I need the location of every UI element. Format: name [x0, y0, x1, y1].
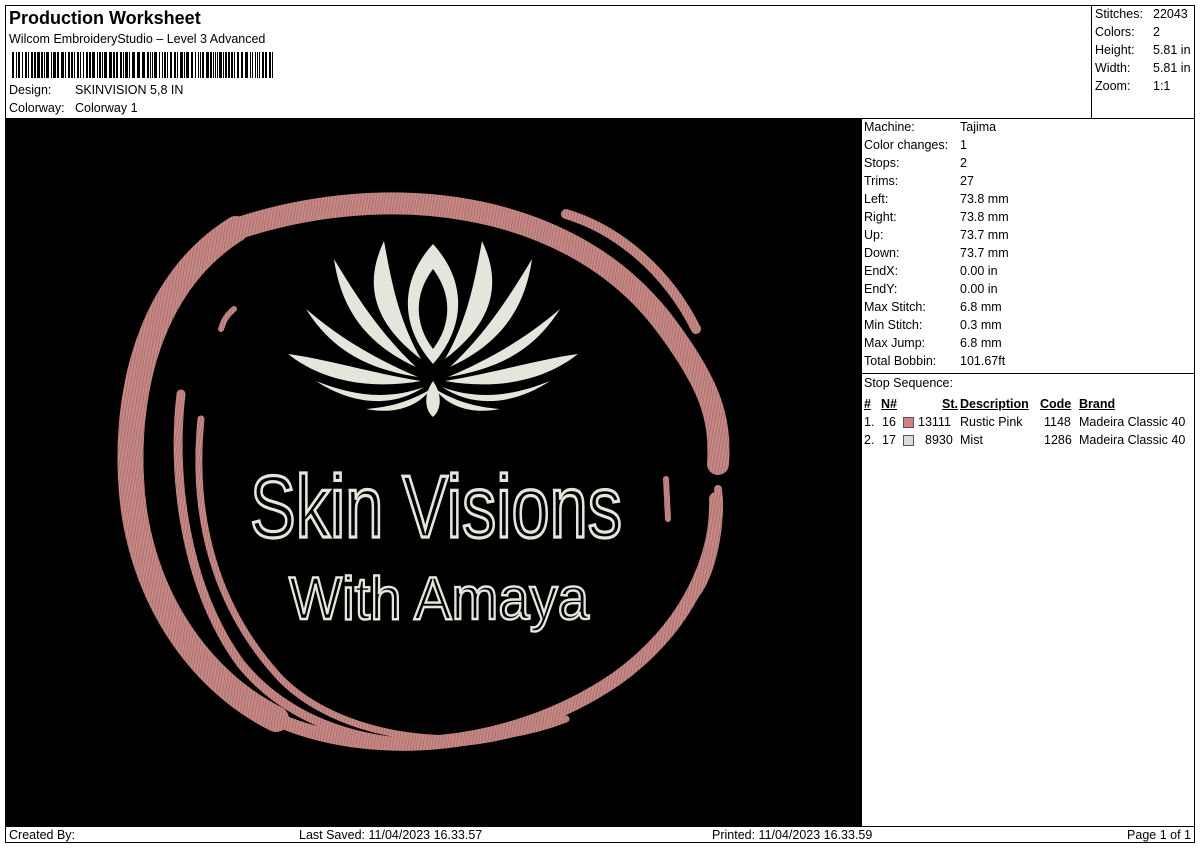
row-needle: 16	[882, 415, 896, 429]
col-header-index: #	[864, 397, 871, 411]
stat-label: Width:	[1095, 61, 1131, 75]
row-code: 1148	[1044, 415, 1071, 429]
col-header-description: Description	[960, 397, 1029, 411]
info-label: Max Jump:	[864, 336, 926, 350]
row-brand: Madeira Classic 40	[1079, 415, 1186, 429]
production-worksheet: Production Worksheet Wilcom EmbroiderySt…	[5, 5, 1195, 843]
machine-info-panel: Machine: Tajima Color changes: 1 Stops: 2 T…	[862, 119, 1194, 826]
stat-value: 2	[1153, 25, 1160, 39]
color-swatch	[903, 417, 914, 428]
divider	[862, 373, 1194, 374]
stat-value: 5.81 in	[1153, 61, 1191, 75]
info-value: 0.00 in	[960, 282, 998, 296]
page-number: Page 1 of 1	[1127, 828, 1191, 842]
info-value: 6.8 mm	[960, 300, 1002, 314]
col-header-needle: N#	[881, 397, 897, 411]
row-brand: Madeira Classic 40	[1079, 433, 1186, 447]
info-label: Stops:	[864, 156, 900, 170]
info-value: 0.00 in	[960, 264, 998, 278]
row-index: 1.	[864, 415, 875, 429]
design-label: Design:	[9, 83, 52, 97]
design-text-line1: Skin Visions	[250, 457, 622, 556]
stat-label: Height:	[1095, 43, 1135, 57]
info-label: EndX:	[864, 264, 899, 278]
stat-label: Zoom:	[1095, 79, 1131, 93]
info-label: Right:	[864, 210, 897, 224]
stat-value: 22043	[1153, 7, 1188, 21]
colorway-value: Colorway 1	[75, 101, 138, 115]
software-name: Wilcom EmbroideryStudio – Level 3 Advanc…	[9, 32, 266, 46]
info-label: Trims:	[864, 174, 899, 188]
info-label: Min Stitch:	[864, 318, 923, 332]
printed-date: Printed: 11/04/2023 16.33.59	[712, 828, 873, 842]
row-description: Mist	[960, 433, 983, 447]
created-by: Created By:	[9, 828, 76, 842]
section-title: Stop Sequence:	[864, 376, 953, 390]
design-text-line2: With Amaya	[289, 565, 590, 632]
info-label: Max Stitch:	[864, 300, 926, 314]
info-value: Tajima	[960, 120, 997, 134]
design-value: SKINVISION 5,8 IN	[75, 83, 184, 97]
row-needle: 17	[882, 433, 896, 447]
info-label: EndY:	[864, 282, 898, 296]
info-value: 73.7 mm	[960, 246, 1009, 260]
info-label: Machine:	[864, 120, 915, 134]
info-label: Color changes:	[864, 138, 949, 152]
info-value: 6.8 mm	[960, 336, 1002, 350]
row-description: Rustic Pink	[960, 415, 1023, 429]
colorway-label: Colorway:	[9, 101, 65, 115]
info-value: 2	[960, 156, 967, 170]
info-value: 1	[960, 138, 967, 152]
design-preview: Skin Visions With Amaya	[6, 119, 861, 826]
info-label: Left:	[864, 192, 889, 206]
info-label: Down:	[864, 246, 900, 260]
row-stitches: 8930	[925, 433, 953, 447]
info-value: 0.3 mm	[960, 318, 1002, 332]
design-stats: Stitches: 22043 Colors: 2 Height: 5.81 in W…	[1091, 6, 1195, 119]
info-label: Total Bobbin:	[864, 354, 937, 368]
col-header-code: Code	[1040, 397, 1072, 411]
color-swatch	[903, 435, 914, 446]
stat-value: 1:1	[1153, 79, 1171, 93]
info-value: 101.67ft	[960, 354, 1006, 368]
row-index: 2.	[864, 433, 875, 447]
page-title: Production Worksheet	[9, 8, 201, 28]
last-saved: Last Saved: 11/04/2023 16.33.57	[299, 828, 483, 842]
lotus-icon	[288, 241, 578, 417]
worksheet-footer: Created By: Last Saved: 11/04/2023 16.33…	[6, 826, 1194, 843]
info-label: Up:	[864, 228, 884, 242]
embroidery-design: Skin Visions With Amaya	[117, 192, 730, 751]
info-value: 73.8 mm	[960, 192, 1009, 206]
info-value: 73.7 mm	[960, 228, 1009, 242]
stat-label: Colors:	[1095, 25, 1135, 39]
barcode	[12, 52, 273, 78]
info-value: 27	[960, 174, 974, 188]
stat-label: Stitches:	[1095, 7, 1143, 21]
worksheet-header: Production Worksheet Wilcom EmbroiderySt…	[6, 6, 1091, 119]
row-stitches: 13111	[918, 415, 951, 429]
col-header-stitches: St.	[942, 397, 958, 411]
row-code: 1286	[1044, 433, 1072, 447]
col-header-brand: Brand	[1079, 397, 1116, 411]
info-value: 73.8 mm	[960, 210, 1009, 224]
stat-value: 5.81 in	[1153, 43, 1191, 57]
